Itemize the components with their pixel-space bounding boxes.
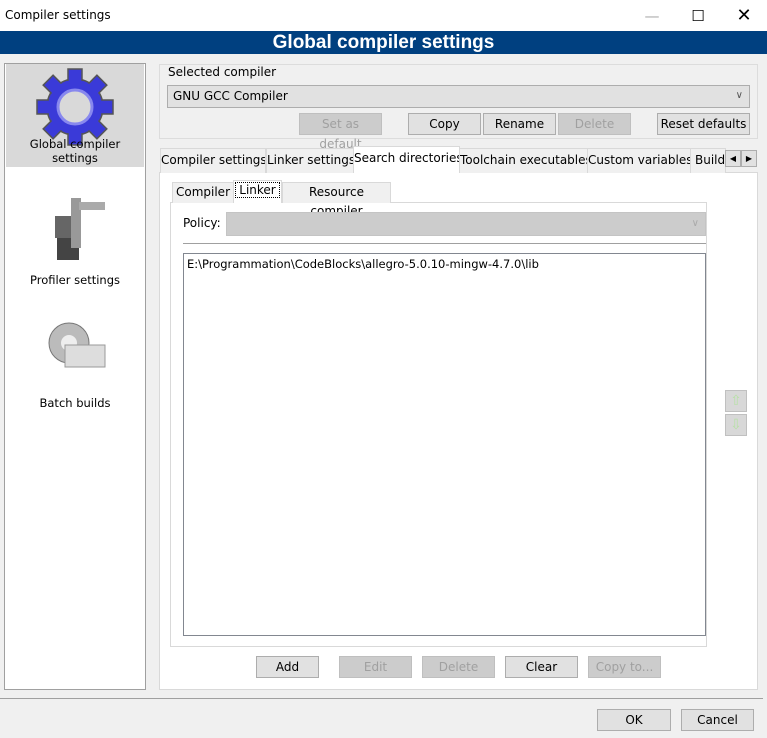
delete-button[interactable]: Delete bbox=[422, 656, 495, 678]
chevron-down-icon: ∨ bbox=[735, 90, 743, 101]
compiler-select[interactable]: GNU GCC Compiler ∨ bbox=[167, 85, 750, 108]
copy-button[interactable]: Copy bbox=[408, 113, 481, 135]
directories-list[interactable]: E:\Programmation\CodeBlocks\allegro-5.0.… bbox=[183, 253, 706, 636]
tab-search-directories[interactable]: Search directories bbox=[353, 146, 460, 173]
tab-custom-variables[interactable]: Custom variables bbox=[587, 148, 691, 173]
profiler-icon bbox=[55, 198, 105, 260]
policy-label: Policy: bbox=[183, 216, 221, 230]
sidebar-item-label: Profiler settings bbox=[29, 273, 120, 287]
set-as-default-button[interactable]: Set as default bbox=[299, 113, 382, 151]
rename-button[interactable]: Rename bbox=[483, 113, 556, 135]
tab-linker-settings[interactable]: Linker settings bbox=[266, 148, 354, 173]
divider bbox=[0, 698, 763, 699]
maximize-icon[interactable]: ☐ bbox=[675, 0, 721, 31]
list-item[interactable]: E:\Programmation\CodeBlocks\allegro-5.0.… bbox=[184, 254, 705, 274]
subtab-compiler[interactable]: Compiler bbox=[172, 182, 234, 203]
close-icon[interactable]: ✕ bbox=[721, 0, 767, 31]
tab-scroll-left-icon[interactable]: ◀ bbox=[725, 150, 741, 167]
move-up-icon[interactable]: ⇧ bbox=[725, 390, 747, 412]
compiler-select-value: GNU GCC Compiler bbox=[173, 89, 288, 103]
sidebar-item-label: Batch builds bbox=[39, 396, 111, 410]
tab-build[interactable]: Build bbox=[690, 148, 726, 173]
minimize-icon[interactable]: — bbox=[629, 0, 675, 31]
chevron-down-icon: ∨ bbox=[691, 218, 699, 229]
subtab-linker-label: Linker bbox=[235, 182, 280, 198]
policy-select[interactable]: ∨ bbox=[226, 212, 706, 236]
delete-compiler-button[interactable]: Delete bbox=[558, 113, 631, 135]
tab-scroll-right-icon[interactable]: ▶ bbox=[741, 150, 757, 167]
window-title: Compiler settings bbox=[5, 8, 111, 22]
tab-compiler-settings[interactable]: Compiler settings bbox=[160, 148, 266, 173]
sidebar-item-batch-builds[interactable]: Batch builds bbox=[6, 309, 144, 412]
tab-toolchain-executables[interactable]: Toolchain executables bbox=[459, 148, 588, 173]
add-button[interactable]: Add bbox=[256, 656, 319, 678]
group-label: Selected compiler bbox=[167, 65, 278, 79]
move-down-icon[interactable]: ⇩ bbox=[725, 414, 747, 436]
gear-icon bbox=[36, 68, 114, 146]
ok-button[interactable]: OK bbox=[597, 709, 671, 731]
subtab-linker[interactable]: Linker bbox=[233, 180, 282, 203]
sidebar-item-label: Global compiler settings bbox=[29, 137, 121, 165]
sidebar-item-global-compiler-settings[interactable]: Global compiler settings bbox=[6, 64, 144, 167]
divider bbox=[183, 243, 706, 244]
reset-defaults-button[interactable]: Reset defaults bbox=[657, 113, 750, 135]
batch-build-icon bbox=[48, 322, 106, 368]
sidebar-item-profiler-settings[interactable]: Profiler settings bbox=[6, 186, 144, 289]
banner-title: Global compiler settings bbox=[0, 31, 767, 54]
subtab-resource-compiler[interactable]: Resource compiler bbox=[282, 182, 391, 218]
edit-button[interactable]: Edit bbox=[339, 656, 412, 678]
sidebar: Global compiler settings Profiler settin… bbox=[4, 63, 146, 690]
cancel-button[interactable]: Cancel bbox=[681, 709, 754, 731]
copy-to-button[interactable]: Copy to... bbox=[588, 656, 661, 678]
clear-button[interactable]: Clear bbox=[505, 656, 578, 678]
